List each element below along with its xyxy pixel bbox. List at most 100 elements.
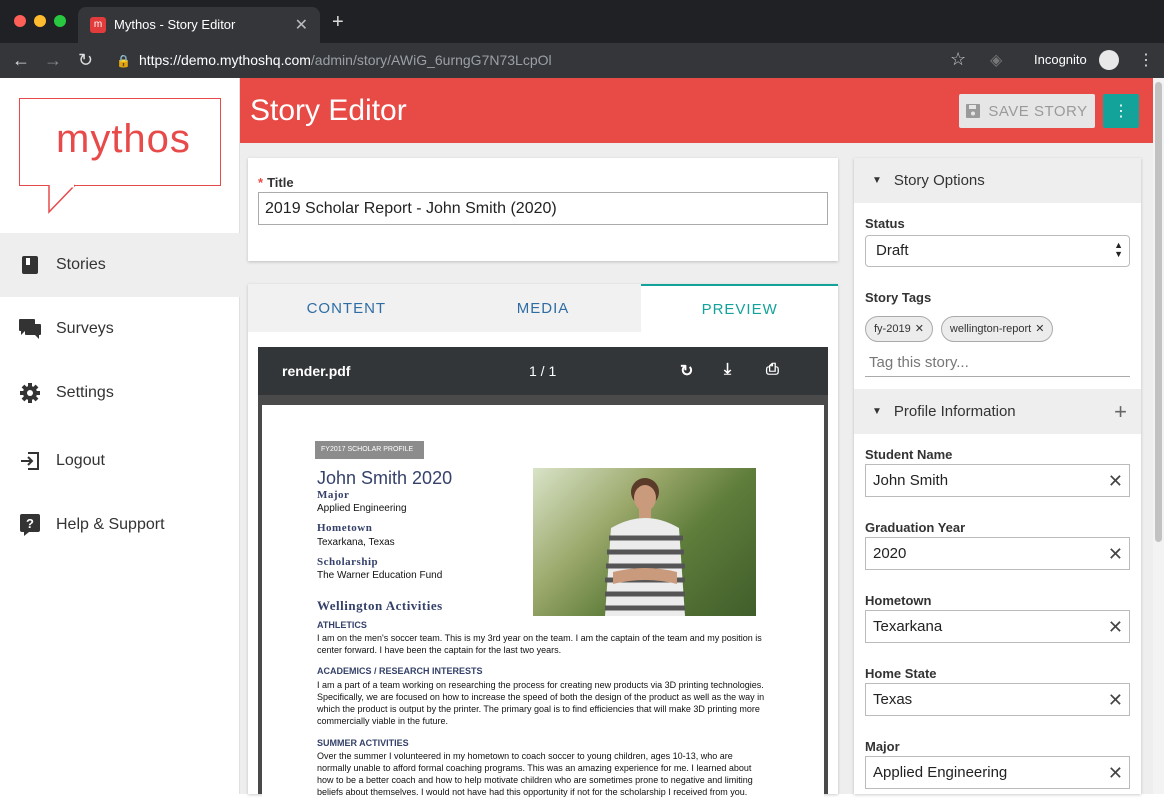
logo-tail-icon bbox=[48, 184, 76, 214]
help-icon: ? bbox=[18, 513, 42, 537]
student-name-input[interactable]: John Smith ✕ bbox=[865, 464, 1130, 497]
pdf-toolbar: render.pdf 1 / 1 ↻ ⤓ ⎙ bbox=[258, 347, 828, 395]
athletics-text: I am on the men's soccer team. This is m… bbox=[317, 633, 762, 655]
print-icon[interactable]: ⎙ bbox=[766, 361, 779, 379]
summer-text: Over the summer I volunteered in my home… bbox=[317, 751, 753, 797]
hometown-input[interactable]: Texarkana ✕ bbox=[865, 610, 1130, 643]
academics-heading: ACADEMICS / RESEARCH INTERESTS bbox=[317, 666, 483, 676]
browser-tab[interactable]: m Mythos - Story Editor ✕ bbox=[78, 7, 320, 43]
tag-input-field: Tag this story... bbox=[865, 351, 1130, 377]
mythos-logo[interactable]: mythos bbox=[19, 98, 221, 186]
sidebar-nav: Stories Surveys Settings Logout ? Help &… bbox=[0, 233, 240, 557]
new-tab-icon[interactable]: + bbox=[332, 11, 344, 34]
student-name-label: Student Name bbox=[865, 447, 953, 462]
remove-tag-icon[interactable]: ✕ bbox=[915, 323, 924, 335]
close-window-button[interactable] bbox=[14, 15, 26, 27]
profile-info-header[interactable]: ▼ Profile Information + bbox=[854, 389, 1141, 434]
title-card: * Title 2019 Scholar Report - John Smith … bbox=[248, 158, 838, 261]
hometown-label: Hometown bbox=[865, 593, 932, 608]
home-state-label: Home State bbox=[865, 666, 937, 681]
url-path: /admin/story/AWiG_6urngG7N73LcpOl bbox=[310, 52, 552, 68]
save-story-button[interactable]: SAVE STORY bbox=[959, 94, 1095, 128]
major-value: Applied Engineering bbox=[317, 503, 407, 514]
major-field: Applied Engineering ✕ bbox=[865, 756, 1130, 789]
remove-tag-icon[interactable]: ✕ bbox=[1035, 323, 1044, 335]
browser-menu-icon[interactable]: ⋮ bbox=[1138, 50, 1154, 70]
logo-text: mythos bbox=[56, 117, 191, 161]
sidebar: mythos Stories Surveys Settings Logout ?… bbox=[0, 78, 240, 794]
graduation-year-input[interactable]: 2020 ✕ bbox=[865, 537, 1130, 570]
extension-icon[interactable]: ◈ bbox=[990, 50, 1002, 70]
lock-icon: 🔒 bbox=[116, 54, 131, 68]
clear-icon[interactable]: ✕ bbox=[1108, 685, 1123, 716]
sidebar-item-stories[interactable]: Stories bbox=[0, 233, 240, 297]
scholarship-heading: Scholarship bbox=[317, 556, 379, 568]
sidebar-item-logout[interactable]: Logout bbox=[0, 429, 240, 493]
summer-heading: SUMMER ACTIVITIES bbox=[317, 738, 409, 748]
status-select[interactable]: Draft ▲ ▼ bbox=[865, 235, 1130, 267]
incognito-label: Incognito bbox=[1034, 52, 1087, 67]
required-marker: * bbox=[258, 175, 264, 190]
tag-chip[interactable]: wellington-report ✕ bbox=[940, 316, 1054, 342]
hometown-field: Texarkana ✕ bbox=[865, 610, 1130, 643]
sidebar-item-label: Logout bbox=[56, 452, 105, 469]
sidebar-item-help[interactable]: ? Help & Support bbox=[0, 493, 240, 557]
add-field-icon[interactable]: + bbox=[1114, 399, 1127, 425]
page-title: Story Editor bbox=[250, 94, 407, 127]
reload-icon[interactable]: ↻ bbox=[78, 50, 93, 71]
graduation-year-field: 2020 ✕ bbox=[865, 537, 1130, 570]
sidebar-item-label: Help & Support bbox=[56, 516, 165, 533]
profile-info-title: Profile Information bbox=[893, 403, 1016, 420]
tag-chip[interactable]: fy-2019 ✕ bbox=[865, 316, 933, 342]
clear-icon[interactable]: ✕ bbox=[1108, 539, 1123, 570]
chat-icon bbox=[18, 317, 42, 341]
clear-icon[interactable]: ✕ bbox=[1108, 758, 1123, 789]
clear-icon[interactable]: ✕ bbox=[1108, 612, 1123, 643]
favicon-icon: m bbox=[90, 17, 106, 33]
story-options-panel: ▼ Story Options Status Draft ▲ ▼ Story Tags… bbox=[854, 158, 1141, 794]
collapse-triangle-icon: ▼ bbox=[872, 175, 882, 186]
title-input[interactable]: 2019 Scholar Report - John Smith (2020) bbox=[258, 192, 828, 225]
academics-text: I am a part of a team working on researc… bbox=[317, 680, 765, 726]
clear-icon[interactable]: ✕ bbox=[1108, 466, 1123, 497]
pdf-page-indicator: 1 / 1 bbox=[529, 363, 557, 379]
maximize-window-button[interactable] bbox=[54, 15, 66, 27]
close-tab-icon[interactable]: ✕ bbox=[295, 15, 308, 35]
activities-heading: Wellington Activities bbox=[317, 598, 443, 613]
collapse-triangle-icon: ▼ bbox=[872, 406, 882, 417]
status-value: Draft bbox=[876, 242, 909, 259]
download-icon[interactable]: ⤓ bbox=[724, 361, 731, 379]
rotate-icon[interactable]: ↻ bbox=[680, 361, 693, 381]
minimize-window-button[interactable] bbox=[34, 15, 46, 27]
sidebar-item-settings[interactable]: Settings bbox=[0, 361, 240, 425]
sidebar-item-surveys[interactable]: Surveys bbox=[0, 297, 240, 361]
tag-input[interactable]: Tag this story... bbox=[865, 351, 1130, 377]
browser-tabstrip: m Mythos - Story Editor ✕ + bbox=[0, 0, 1164, 43]
bookmark-star-icon[interactable]: ☆ bbox=[950, 49, 966, 70]
url-host: https://demo.mythoshq.com bbox=[138, 52, 311, 68]
incognito-icon[interactable] bbox=[1099, 50, 1119, 70]
scholarship-value: The Warner Education Fund bbox=[317, 570, 443, 581]
story-options-header[interactable]: ▼ Story Options bbox=[854, 158, 1141, 203]
app-header: Story Editor SAVE STORY ⋮ bbox=[240, 78, 1153, 143]
page-scrollbar[interactable] bbox=[1153, 78, 1164, 794]
story-tags-label: Story Tags bbox=[865, 290, 932, 305]
tab-preview[interactable]: PREVIEW bbox=[641, 284, 839, 332]
more-options-button[interactable]: ⋮ bbox=[1103, 94, 1139, 128]
major-input[interactable]: Applied Engineering ✕ bbox=[865, 756, 1130, 789]
pdf-filename: render.pdf bbox=[282, 363, 351, 379]
logout-icon bbox=[18, 449, 42, 473]
forward-icon[interactable]: → bbox=[44, 50, 62, 71]
home-state-input[interactable]: Texas ✕ bbox=[865, 683, 1130, 716]
scrollbar-thumb[interactable] bbox=[1155, 82, 1162, 542]
student-name-heading: John Smith 2020 bbox=[317, 468, 453, 488]
sidebar-item-label: Settings bbox=[56, 384, 114, 401]
profile-badge: FY2017 SCHOLAR PROFILE bbox=[315, 441, 424, 459]
url-field[interactable]: 🔒 https://demo.mythoshq.com/admin/story/A… bbox=[116, 47, 976, 74]
tab-content[interactable]: CONTENT bbox=[248, 284, 445, 332]
editor-card: CONTENT MEDIA PREVIEW render.pdf 1 / 1 ↻… bbox=[248, 284, 839, 805]
more-vert-icon: ⋮ bbox=[1113, 103, 1129, 120]
sidebar-item-label: Surveys bbox=[56, 320, 114, 337]
tab-media[interactable]: MEDIA bbox=[444, 284, 642, 332]
back-icon[interactable]: ← bbox=[12, 50, 30, 71]
